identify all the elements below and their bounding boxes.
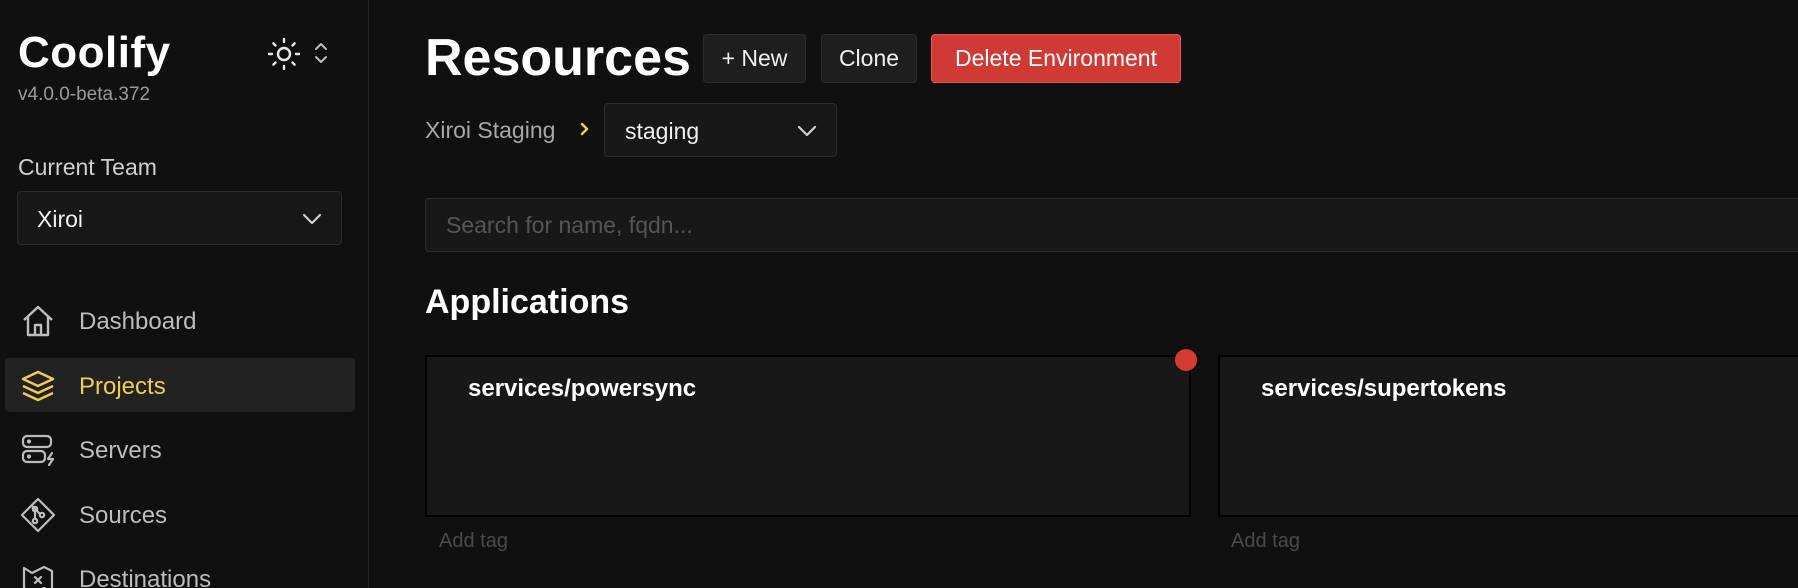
git-icon [19,496,57,534]
team-select[interactable]: Xiroi [17,191,342,245]
new-resource-button[interactable]: + New [703,34,806,83]
applications-heading: Applications [425,283,630,321]
environment-select-value: staging [625,118,700,144]
sun-icon[interactable] [266,36,302,72]
destinations-icon [19,560,57,588]
environment-select[interactable]: staging [604,103,837,157]
sidebar-item-label: Projects [79,373,166,400]
server-icon [19,431,57,469]
sidebar-item-dashboard[interactable]: Dashboard [5,293,355,347]
clone-button[interactable]: Clone [821,34,917,83]
sidebar-item-label: Dashboard [79,308,197,335]
current-team-label: Current Team [18,154,157,180]
sidebar-item-sources[interactable]: Sources [5,487,355,541]
version-label: v4.0.0-beta.372 [18,84,151,105]
chevron-down-icon [301,209,323,229]
chevron-right-icon [578,118,592,140]
application-name: services/powersync [468,375,697,402]
chevron-down-icon [796,121,818,141]
breadcrumb-project-link[interactable]: Xiroi Staging [425,117,555,144]
status-indicator [1175,349,1197,371]
layers-icon [19,367,57,405]
sidebar: Coolify v4.0.0-beta.372 Current Team Xir… [0,0,369,588]
search-input[interactable] [425,198,1798,252]
home-icon [19,302,57,340]
application-name: services/supertokens [1261,375,1507,402]
sidebar-item-destinations[interactable]: Destinations [5,551,355,588]
sidebar-item-servers[interactable]: Servers [5,422,355,476]
application-card[interactable]: services/supertokens [1218,355,1798,517]
application-card[interactable]: services/powersync [425,349,1197,517]
add-tag-link[interactable]: Add tag [1231,530,1300,553]
sidebar-item-label: Sources [79,502,168,529]
sidebar-item-label: Servers [79,437,162,464]
page-title: Resources [425,29,691,87]
delete-environment-button[interactable]: Delete Environment [931,34,1181,83]
sidebar-item-projects[interactable]: Projects [5,358,355,412]
brand-logo-text[interactable]: Coolify [18,28,171,78]
chevron-up-down-icon[interactable] [310,38,332,68]
add-tag-link[interactable]: Add tag [439,530,508,553]
team-select-value: Xiroi [37,206,84,232]
sidebar-item-label: Destinations [79,566,212,588]
